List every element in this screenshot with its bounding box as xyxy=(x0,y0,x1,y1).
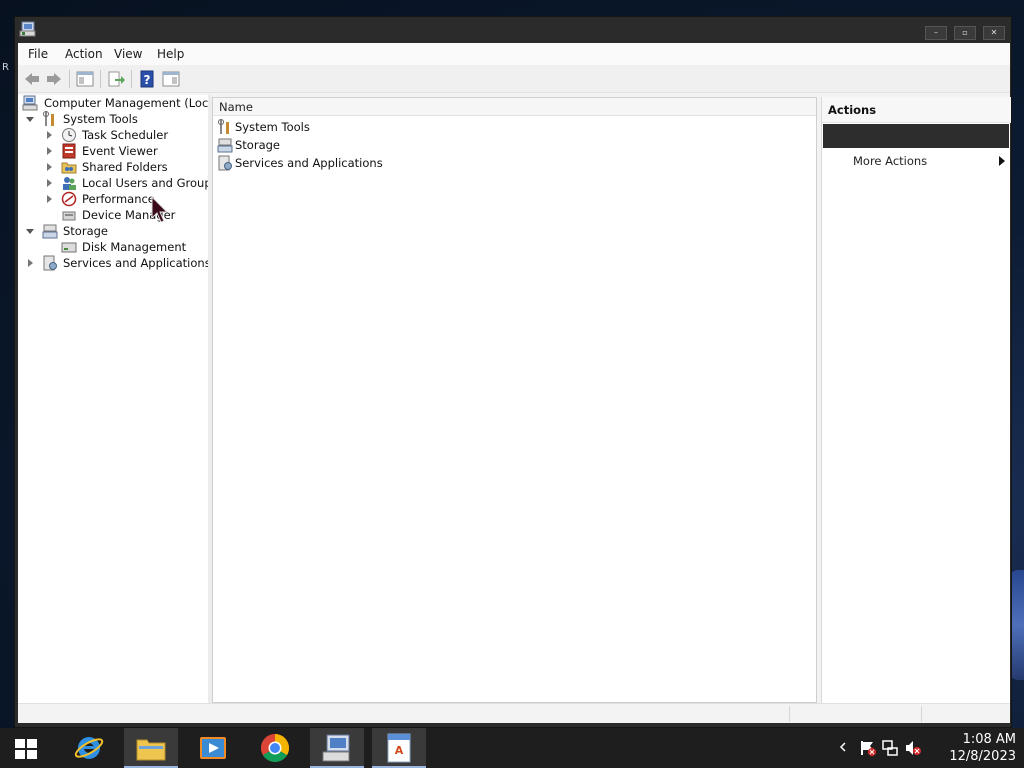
toolbar-separator xyxy=(100,70,101,88)
collapse-arrow-icon[interactable] xyxy=(25,114,35,124)
computer-management-icon xyxy=(322,734,350,762)
services-icon xyxy=(218,155,232,171)
storage-icon xyxy=(217,138,233,153)
console-tree: Computer Management (Local) System Tools… xyxy=(18,95,208,721)
menu-action[interactable]: Action xyxy=(65,47,103,61)
taskbar-file-explorer[interactable] xyxy=(124,728,178,768)
mouse-cursor-icon xyxy=(151,196,169,223)
desktop-wallpaper-accent xyxy=(1010,570,1024,680)
forward-arrow-icon[interactable] xyxy=(44,69,64,89)
list-item-label: Services and Applications xyxy=(235,156,383,170)
expand-arrow-icon[interactable] xyxy=(44,130,54,140)
start-button[interactable] xyxy=(0,728,54,768)
tree-label: Shared Folders xyxy=(82,160,168,174)
expand-arrow-icon[interactable] xyxy=(44,178,54,188)
close-button[interactable]: ✕ xyxy=(983,26,1005,40)
toolbar-separator xyxy=(69,70,70,88)
toolbar: ? xyxy=(18,65,1010,93)
status-divider xyxy=(921,706,922,722)
expand-arrow-icon[interactable] xyxy=(44,194,54,204)
network-icon[interactable] xyxy=(881,739,899,757)
help-icon[interactable]: ? xyxy=(137,69,157,89)
column-header-name[interactable]: Name xyxy=(213,98,816,116)
show-hide-console-tree-icon[interactable] xyxy=(75,69,95,89)
actions-title: Actions xyxy=(828,103,877,117)
volume-muted-icon[interactable] xyxy=(904,739,922,757)
tree-label: Event Viewer xyxy=(82,144,158,158)
menu-bar: File Action View Help xyxy=(18,43,1010,65)
event-viewer-icon xyxy=(62,143,76,159)
windows-start-icon xyxy=(15,739,37,759)
title-bar[interactable]: – ▫ ✕ xyxy=(15,17,1011,43)
tree-label: System Tools xyxy=(63,112,138,126)
disk-management-icon xyxy=(61,242,77,253)
tree-label: Services and Applications xyxy=(63,256,208,270)
back-arrow-icon[interactable] xyxy=(22,69,42,89)
status-bar xyxy=(18,703,1010,723)
actions-header: Actions xyxy=(822,97,1011,123)
mmc-client-area: File Action View Help ? Computer Managem… xyxy=(18,43,1011,723)
services-icon xyxy=(43,255,57,271)
tree-label: Disk Management xyxy=(82,240,187,254)
internet-explorer-icon xyxy=(74,737,104,759)
clock-date: 12/8/2023 xyxy=(949,749,1016,764)
computer-management-icon[interactable] xyxy=(19,21,36,38)
list-item-label: System Tools xyxy=(235,120,310,134)
tree-label: Storage xyxy=(63,224,108,238)
svg-text:A: A xyxy=(395,744,404,757)
tree-label: Computer Management (Local) xyxy=(44,96,208,110)
clock-icon xyxy=(62,128,76,142)
menu-file[interactable]: File xyxy=(28,47,48,61)
results-list: Name System Tools Storage Services and A… xyxy=(212,97,817,703)
list-item-label: Storage xyxy=(235,138,280,152)
users-icon xyxy=(63,177,76,190)
clock-time: 1:08 AM xyxy=(962,732,1016,747)
show-hide-action-pane-icon[interactable] xyxy=(161,69,181,89)
expand-arrow-icon[interactable] xyxy=(44,162,54,172)
svg-text:?: ? xyxy=(144,73,151,87)
minimize-button[interactable]: – xyxy=(925,26,947,40)
action-center-flag-icon[interactable] xyxy=(859,739,877,757)
taskbar-wordpad[interactable]: A xyxy=(372,728,426,768)
show-hidden-icons-chevron[interactable] xyxy=(839,742,847,752)
taskbar-clock[interactable]: 1:08 AM 12/8/2023 xyxy=(936,731,1016,765)
desktop-icon-label-fragment: R xyxy=(2,62,9,73)
expand-arrow-icon[interactable] xyxy=(25,258,35,268)
actions-pane: Actions More Actions xyxy=(821,97,1011,703)
tree-label: Performance xyxy=(82,192,155,206)
media-player-icon xyxy=(200,737,226,759)
performance-icon xyxy=(61,191,77,207)
system-tools-icon xyxy=(43,111,54,126)
submenu-arrow-icon xyxy=(999,156,1005,166)
taskbar-chrome[interactable] xyxy=(248,728,302,768)
file-explorer-icon xyxy=(136,739,166,761)
expand-arrow-icon[interactable] xyxy=(44,146,54,156)
wordpad-icon: A xyxy=(387,733,411,763)
system-tray xyxy=(836,728,936,768)
taskbar-media-player[interactable] xyxy=(186,728,240,768)
tree-label: Task Scheduler xyxy=(82,128,169,142)
computer-management-window: – ▫ ✕ File Action View Help ? Computer M… xyxy=(14,16,1012,728)
menu-help[interactable]: Help xyxy=(157,47,184,61)
maximize-button[interactable]: ▫ xyxy=(954,26,976,40)
more-actions-item[interactable]: More Actions xyxy=(822,151,1011,171)
taskbar-internet-explorer[interactable] xyxy=(62,728,116,768)
storage-icon xyxy=(42,224,58,239)
export-list-icon[interactable] xyxy=(106,69,126,89)
system-tools-icon xyxy=(218,119,229,134)
more-actions-label: More Actions xyxy=(853,154,928,168)
collapse-arrow-icon[interactable] xyxy=(25,226,35,236)
tree-label: Local Users and Groups xyxy=(82,176,208,190)
actions-section-computer-management[interactable] xyxy=(823,124,1009,148)
taskbar-computer-management[interactable] xyxy=(310,728,364,768)
computer-management-icon xyxy=(22,95,38,111)
column-header-label: Name xyxy=(219,100,253,114)
menu-view[interactable]: View xyxy=(114,47,142,61)
toolbar-separator xyxy=(131,70,132,88)
shared-folder-icon xyxy=(61,162,77,174)
status-divider xyxy=(789,706,790,722)
chrome-icon xyxy=(261,734,289,762)
taskbar: A 1:08 AM 12/8/2023 xyxy=(0,728,1024,768)
device-manager-icon xyxy=(62,211,76,221)
